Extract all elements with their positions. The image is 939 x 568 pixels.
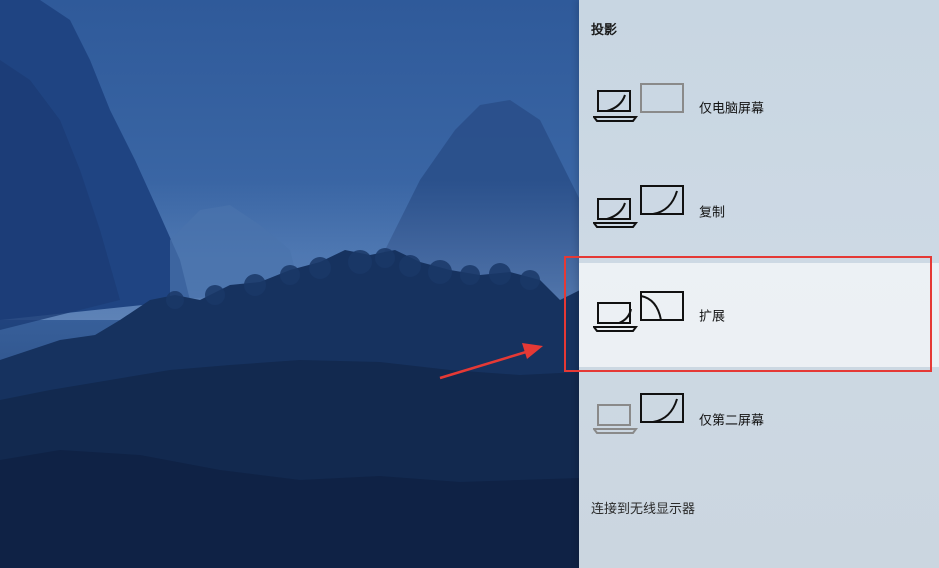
highlight-box <box>564 256 932 372</box>
option-label: 仅电脑屏幕 <box>699 101 765 117</box>
connect-wireless-display-link[interactable]: 连接到无线显示器 <box>591 498 695 517</box>
option-label: 仅第二屏幕 <box>699 413 765 429</box>
panel-title: 投影 <box>591 23 618 38</box>
desktop: 投影 仅电脑屏幕 复制 扩展 仅第二屏幕 连接到无线显示器 <box>0 0 939 568</box>
option-label: 复制 <box>699 205 726 221</box>
option-second-screen-only[interactable]: 仅第二屏幕 <box>579 367 939 471</box>
duplicate-icon <box>593 185 684 228</box>
second-screen-only-icon <box>593 393 684 434</box>
option-duplicate[interactable]: 复制 <box>579 159 939 263</box>
option-pc-screen-only[interactable]: 仅电脑屏幕 <box>579 55 939 159</box>
pc-screen-only-icon <box>593 83 684 122</box>
